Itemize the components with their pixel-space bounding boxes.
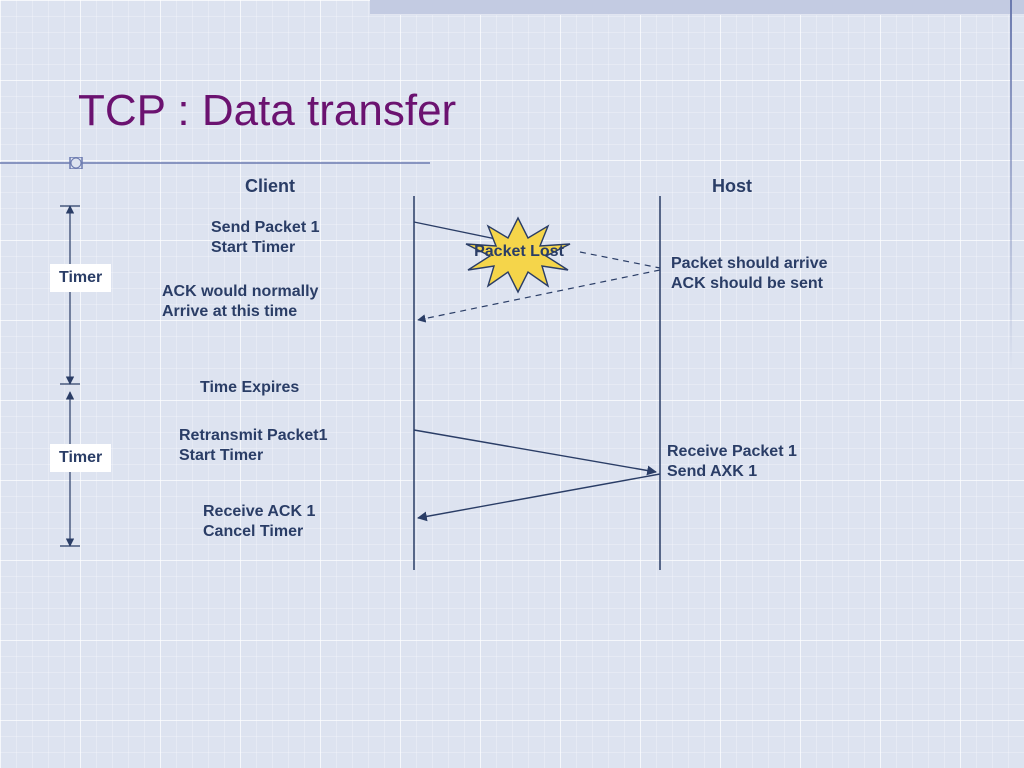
client-time-expires-label: Time Expires: [200, 378, 299, 398]
decorative-top-strip: [370, 0, 1024, 15]
host-header: Host: [712, 176, 752, 197]
client-retransmit-label: Retransmit Packet1 Start Timer: [179, 426, 328, 466]
timer-box-1: Timer: [50, 264, 111, 292]
timer-box-2: Timer: [50, 444, 111, 472]
title-underline-decoration: [0, 156, 430, 168]
decorative-right-strip: [1010, 0, 1012, 370]
client-ack-expected-label: ACK would normally Arrive at this time: [162, 282, 318, 322]
slide-title: TCP : Data transfer: [78, 86, 456, 136]
client-header: Client: [245, 176, 295, 197]
packet-lost-label: Packet Lost: [473, 243, 565, 261]
host-expected-label: Packet should arrive ACK should be sent: [671, 254, 828, 294]
client-receive-ack-label: Receive ACK 1 Cancel Timer: [203, 502, 315, 542]
client-send-packet-label: Send Packet 1 Start Timer: [211, 218, 320, 258]
host-receive-label: Receive Packet 1 Send AXK 1: [667, 442, 797, 482]
